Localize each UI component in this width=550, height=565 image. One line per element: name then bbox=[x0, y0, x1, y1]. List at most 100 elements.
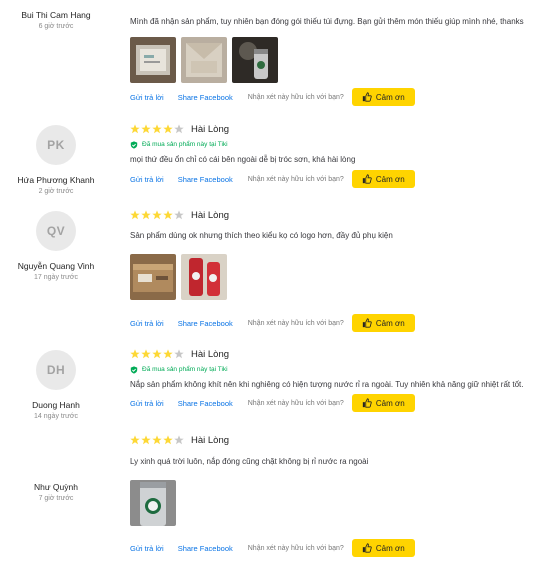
rating-stars bbox=[130, 124, 184, 134]
review-photos bbox=[130, 480, 545, 526]
reviewer-name: Nguyễn Quang Vinh bbox=[17, 261, 95, 271]
review-content: Ly xinh quá trời luôn, nắp đóng cũng chặ… bbox=[130, 457, 369, 466]
thumbs-up-icon bbox=[362, 92, 372, 102]
review-content: Nắp sản phẩm không khít nên khi nghiêng … bbox=[130, 380, 524, 389]
review-photo[interactable] bbox=[130, 37, 176, 83]
thanks-button[interactable]: Cảm ơn bbox=[351, 314, 415, 332]
rating-title: Hài Lòng bbox=[191, 434, 230, 446]
reply-link[interactable]: Gửi trả lời bbox=[130, 319, 164, 328]
reply-link[interactable]: Gửi trả lời bbox=[130, 175, 164, 184]
reviewer-info: Bui Thi Cam Hang 6 giờ trước bbox=[0, 10, 112, 30]
share-facebook-link[interactable]: Share Facebook bbox=[178, 319, 233, 328]
star-filled-icon bbox=[130, 435, 140, 445]
review-content: mọi thứ đều ổn chỉ có cái bên ngoài dễ b… bbox=[130, 155, 356, 164]
review-time: 2 giờ trước bbox=[38, 188, 74, 195]
review-photo[interactable] bbox=[181, 254, 227, 300]
review-photos bbox=[130, 254, 545, 300]
rating-row: Hài Lòng bbox=[130, 208, 545, 222]
avatar: PK bbox=[36, 125, 76, 165]
reviewer-name: Hứa Phương Khanh bbox=[17, 175, 95, 185]
share-facebook-link[interactable]: Share Facebook bbox=[178, 93, 233, 102]
star-filled-icon bbox=[141, 435, 151, 445]
verified-label: Đã mua sản phẩm này tại Tiki bbox=[142, 366, 228, 373]
review-photo[interactable] bbox=[181, 37, 227, 83]
review-photo[interactable] bbox=[130, 480, 176, 526]
reviewer-info: DH Duong Hanh 14 ngày trước bbox=[0, 350, 112, 420]
reply-link[interactable]: Gửi trả lời bbox=[130, 544, 164, 553]
review-actions: Gửi trả lời Share Facebook Nhận xét này … bbox=[130, 170, 545, 188]
avatar: DH bbox=[36, 350, 76, 390]
reviewer-name: Như Quỳnh bbox=[34, 482, 78, 492]
helpful-question: Nhận xét này hữu ích với bạn? bbox=[247, 93, 344, 101]
reviewer-name: Bui Thi Cam Hang bbox=[21, 10, 91, 20]
review-content: Sản phẩm dùng ok nhưng thích theo kiểu k… bbox=[130, 231, 393, 240]
star-filled-icon bbox=[152, 435, 162, 445]
star-filled-icon bbox=[130, 210, 140, 220]
rating-stars bbox=[130, 349, 184, 359]
star-filled-icon bbox=[130, 349, 140, 359]
thanks-button[interactable]: Cảm ơn bbox=[351, 394, 415, 412]
reviewer-info: PK Hứa Phương Khanh 2 giờ trước bbox=[0, 125, 112, 195]
thanks-label: Cảm ơn bbox=[375, 92, 405, 102]
rating-title: Hài Lòng bbox=[191, 123, 230, 135]
reviewer-info: QV Nguyễn Quang Vinh 17 ngày trước bbox=[0, 211, 112, 281]
rating-stars bbox=[130, 210, 184, 220]
star-filled-icon bbox=[163, 210, 173, 220]
rating-row: Hài Lòng bbox=[130, 347, 545, 361]
rating-title: Hài Lòng bbox=[191, 348, 230, 360]
thanks-button[interactable]: Cảm ơn bbox=[351, 88, 415, 106]
thumbs-up-icon bbox=[362, 318, 372, 328]
thanks-label: Cảm ơn bbox=[375, 543, 405, 553]
thanks-label: Cảm ơn bbox=[375, 398, 405, 408]
thumbs-up-icon bbox=[362, 543, 372, 553]
rating-stars bbox=[130, 435, 184, 445]
review-item: PK Hứa Phương Khanh 2 giờ trước Hài Lòng… bbox=[0, 122, 550, 202]
verified-purchase: Đã mua sản phẩm này tại Tiki bbox=[130, 140, 545, 149]
review-body: Mình đã nhận sản phẩm, tuy nhiên bạn đón… bbox=[130, 0, 545, 106]
rating-title: Hài Lòng bbox=[191, 209, 230, 221]
verified-check-icon bbox=[130, 140, 138, 149]
reviewer-info: Như Quỳnh 7 giờ trước bbox=[0, 482, 112, 502]
star-filled-icon bbox=[130, 124, 140, 134]
review-time: 14 ngày trước bbox=[34, 413, 78, 420]
reply-link[interactable]: Gửi trả lời bbox=[130, 399, 164, 408]
review-body: Hài Lòng Đã mua sản phẩm này tại Tiki mọ… bbox=[130, 122, 545, 188]
review-actions: Gửi trả lời Share Facebook Nhận xét này … bbox=[130, 394, 545, 412]
share-facebook-link[interactable]: Share Facebook bbox=[178, 175, 233, 184]
thanks-label: Cảm ơn bbox=[375, 318, 405, 328]
review-time: 17 ngày trước bbox=[34, 274, 78, 281]
verified-check-icon bbox=[130, 365, 138, 374]
thumbs-up-icon bbox=[362, 174, 372, 184]
avatar: QV bbox=[36, 211, 76, 251]
review-item: Như Quỳnh 7 giờ trước Hài Lòng Ly xinh q… bbox=[0, 433, 550, 563]
thanks-button[interactable]: Cảm ơn bbox=[351, 170, 415, 188]
star-filled-icon bbox=[163, 435, 173, 445]
thanks-label: Cảm ơn bbox=[375, 174, 405, 184]
verified-label: Đã mua sản phẩm này tại Tiki bbox=[142, 141, 228, 148]
rating-row: Hài Lòng bbox=[130, 122, 545, 136]
star-empty-icon bbox=[174, 349, 184, 359]
review-photo[interactable] bbox=[232, 37, 278, 83]
rating-row: Hài Lòng bbox=[130, 433, 545, 447]
share-facebook-link[interactable]: Share Facebook bbox=[178, 544, 233, 553]
review-item: QV Nguyễn Quang Vinh 17 ngày trước Hài L… bbox=[0, 208, 550, 338]
thumbs-up-icon bbox=[362, 398, 372, 408]
star-empty-icon bbox=[174, 124, 184, 134]
star-filled-icon bbox=[141, 124, 151, 134]
helpful-question: Nhận xét này hữu ích với bạn? bbox=[247, 399, 344, 407]
review-body: Hài Lòng Ly xinh quá trời luôn, nắp đóng… bbox=[130, 433, 545, 557]
review-time: 7 giờ trước bbox=[38, 495, 74, 502]
helpful-question: Nhận xét này hữu ích với bạn? bbox=[247, 175, 344, 183]
reply-link[interactable]: Gửi trả lời bbox=[130, 93, 164, 102]
review-photo[interactable] bbox=[130, 254, 176, 300]
review-body: Hài Lòng Đã mua sản phẩm này tại Tiki Nắ… bbox=[130, 347, 545, 412]
star-filled-icon bbox=[152, 124, 162, 134]
star-filled-icon bbox=[141, 349, 151, 359]
reviewer-name: Duong Hanh bbox=[32, 400, 80, 410]
star-filled-icon bbox=[163, 124, 173, 134]
star-filled-icon bbox=[141, 210, 151, 220]
review-item: DH Duong Hanh 14 ngày trước Hài Lòng Đã … bbox=[0, 347, 550, 427]
share-facebook-link[interactable]: Share Facebook bbox=[178, 399, 233, 408]
review-actions: Gửi trả lời Share Facebook Nhận xét này … bbox=[130, 314, 545, 332]
thanks-button[interactable]: Cảm ơn bbox=[351, 539, 415, 557]
